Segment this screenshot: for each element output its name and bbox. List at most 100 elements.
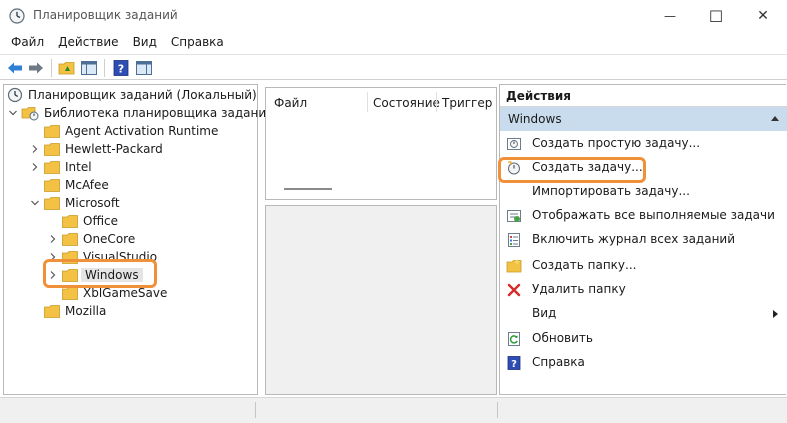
- windows-highlight: [43, 259, 157, 288]
- folder-icon: [62, 286, 78, 300]
- action-delete-folder[interactable]: Удалить папку: [500, 279, 787, 301]
- folder-icon: [44, 160, 60, 174]
- tree-item-intel[interactable]: Intel: [30, 158, 92, 176]
- action-import-task[interactable]: Импортировать задачу...: [500, 181, 787, 203]
- actions-pane: Действия Windows Создать простую задачу.…: [498, 84, 787, 395]
- menu-file[interactable]: Файл: [4, 35, 51, 49]
- tree-item-label: Mozilla: [65, 304, 107, 318]
- tree-item-library[interactable]: Библиотека планировщика заданий: [8, 104, 274, 122]
- folder-icon: [44, 178, 60, 192]
- action-label: Создать папку...: [532, 258, 637, 272]
- action-label: Импортировать задачу...: [532, 184, 690, 198]
- menu-help[interactable]: Справка: [164, 35, 231, 49]
- refresh-icon: [508, 332, 520, 346]
- tree-item-onecore[interactable]: OneCore: [48, 230, 135, 248]
- tree-root-label: Планировщик заданий (Локальный): [28, 88, 257, 102]
- chevron-down-icon[interactable]: [30, 198, 40, 208]
- folder-icon: [62, 232, 78, 246]
- tree-item-microsoft[interactable]: Microsoft: [30, 194, 120, 212]
- folder-open-icon: [44, 196, 60, 210]
- folder-icon: [44, 142, 60, 156]
- tree-item-mcafee[interactable]: McAfee: [30, 176, 109, 194]
- tree-root[interactable]: Планировщик заданий (Локальный): [7, 86, 257, 104]
- tree-item-mozilla[interactable]: Mozilla: [30, 302, 106, 320]
- help-icon: ?: [507, 356, 521, 370]
- tree-library-label: Библиотека планировщика заданий: [44, 106, 274, 120]
- actions-title: Действия: [500, 85, 787, 107]
- action-label: Создать простую задачу...: [532, 136, 701, 150]
- action-view[interactable]: Вид: [500, 303, 787, 325]
- action-help[interactable]: ? Справка: [500, 352, 787, 374]
- task-list: Файл Состояние Триггер: [265, 87, 497, 200]
- create-task-highlight: [498, 157, 646, 183]
- title-bar: Планировщик заданий — ☐ ✕: [0, 0, 787, 32]
- action-create-basic-task[interactable]: Создать простую задачу...: [500, 133, 787, 155]
- close-icon: ✕: [757, 8, 769, 24]
- show-hide-tree-icon[interactable]: [80, 59, 98, 77]
- action-label: Обновить: [532, 331, 593, 345]
- tree-item-label: Hewlett-Packard: [65, 142, 163, 156]
- minimize-button[interactable]: —: [647, 0, 693, 32]
- tree-item-agent-activation-runtime[interactable]: Agent Activation Runtime: [30, 122, 218, 140]
- menu-view[interactable]: Вид: [126, 35, 164, 49]
- collapse-arrow-icon[interactable]: [771, 116, 779, 121]
- chevron-down-icon[interactable]: [8, 108, 18, 118]
- tree-item-hewlett-packard[interactable]: Hewlett-Packard: [30, 140, 163, 158]
- chevron-right-icon[interactable]: [30, 144, 40, 154]
- folder-icon: [44, 304, 60, 318]
- action-label: Отображать все выполняемые задачи: [532, 208, 775, 222]
- tree-item-label: McAfee: [65, 178, 109, 192]
- task-scheduler-clock-icon: [7, 87, 23, 103]
- chevron-right-icon[interactable]: [30, 162, 40, 172]
- folder-icon: [62, 214, 78, 228]
- action-new-folder[interactable]: Создать папку...: [500, 255, 787, 277]
- action-label: Удалить папку: [532, 282, 626, 296]
- toolbar: ?: [0, 54, 787, 80]
- action-display-running-tasks[interactable]: Отображать все выполняемые задачи: [500, 205, 787, 227]
- status-bar: [0, 397, 787, 423]
- status-divider: [255, 402, 256, 418]
- back-icon[interactable]: [6, 59, 24, 77]
- svg-text:?: ?: [118, 63, 124, 76]
- horizontal-scrollbar[interactable]: [284, 188, 332, 190]
- tree-item-label: OneCore: [83, 232, 136, 246]
- tree-item-label: XblGameSave: [83, 286, 168, 300]
- task-details: [265, 205, 497, 395]
- tree-item-label: Intel: [65, 160, 92, 174]
- delete-icon: [507, 283, 521, 297]
- action-enable-history[interactable]: Включить журнал всех заданий: [500, 229, 787, 251]
- column-header-trigger[interactable]: Триггер: [442, 96, 492, 110]
- actions-group-label: Windows: [508, 112, 562, 126]
- tree-item-office[interactable]: Office: [48, 212, 118, 230]
- action-label: Справка: [532, 355, 585, 369]
- action-label: Включить журнал всех заданий: [532, 232, 736, 246]
- minimize-icon: —: [664, 9, 676, 23]
- task-scheduler-clock-icon: [9, 8, 25, 24]
- chevron-right-icon[interactable]: [48, 234, 58, 244]
- create-basic-task-icon: [507, 138, 521, 150]
- tree-item-label: Office: [83, 214, 119, 228]
- maximize-button[interactable]: ☐: [693, 0, 739, 32]
- menu-bar: Файл Действие Вид Справка: [0, 32, 787, 52]
- history-log-icon: [508, 233, 520, 247]
- status-divider: [497, 402, 498, 418]
- column-header-file[interactable]: Файл: [274, 96, 307, 110]
- close-button[interactable]: ✕: [740, 0, 786, 32]
- submenu-arrow-icon: [773, 310, 778, 318]
- window-title: Планировщик заданий: [33, 8, 178, 22]
- running-tasks-icon: [507, 210, 521, 222]
- up-folder-icon[interactable]: [58, 59, 76, 77]
- new-folder-icon: [506, 259, 522, 273]
- action-refresh[interactable]: Обновить: [500, 328, 787, 350]
- action-pane-icon[interactable]: [135, 59, 153, 77]
- column-header-status[interactable]: Состояние: [373, 96, 440, 110]
- help-icon[interactable]: ?: [112, 59, 130, 77]
- folder-icon: [44, 124, 60, 138]
- action-label: Вид: [532, 306, 557, 320]
- menu-action[interactable]: Действие: [51, 35, 125, 49]
- tree-item-label: Microsoft: [65, 196, 120, 210]
- console-tree: Планировщик заданий (Локальный) Библиоте…: [3, 84, 274, 395]
- forward-icon[interactable]: [27, 59, 45, 77]
- actions-group-header[interactable]: Windows: [500, 107, 787, 131]
- library-folder-icon: [21, 107, 39, 121]
